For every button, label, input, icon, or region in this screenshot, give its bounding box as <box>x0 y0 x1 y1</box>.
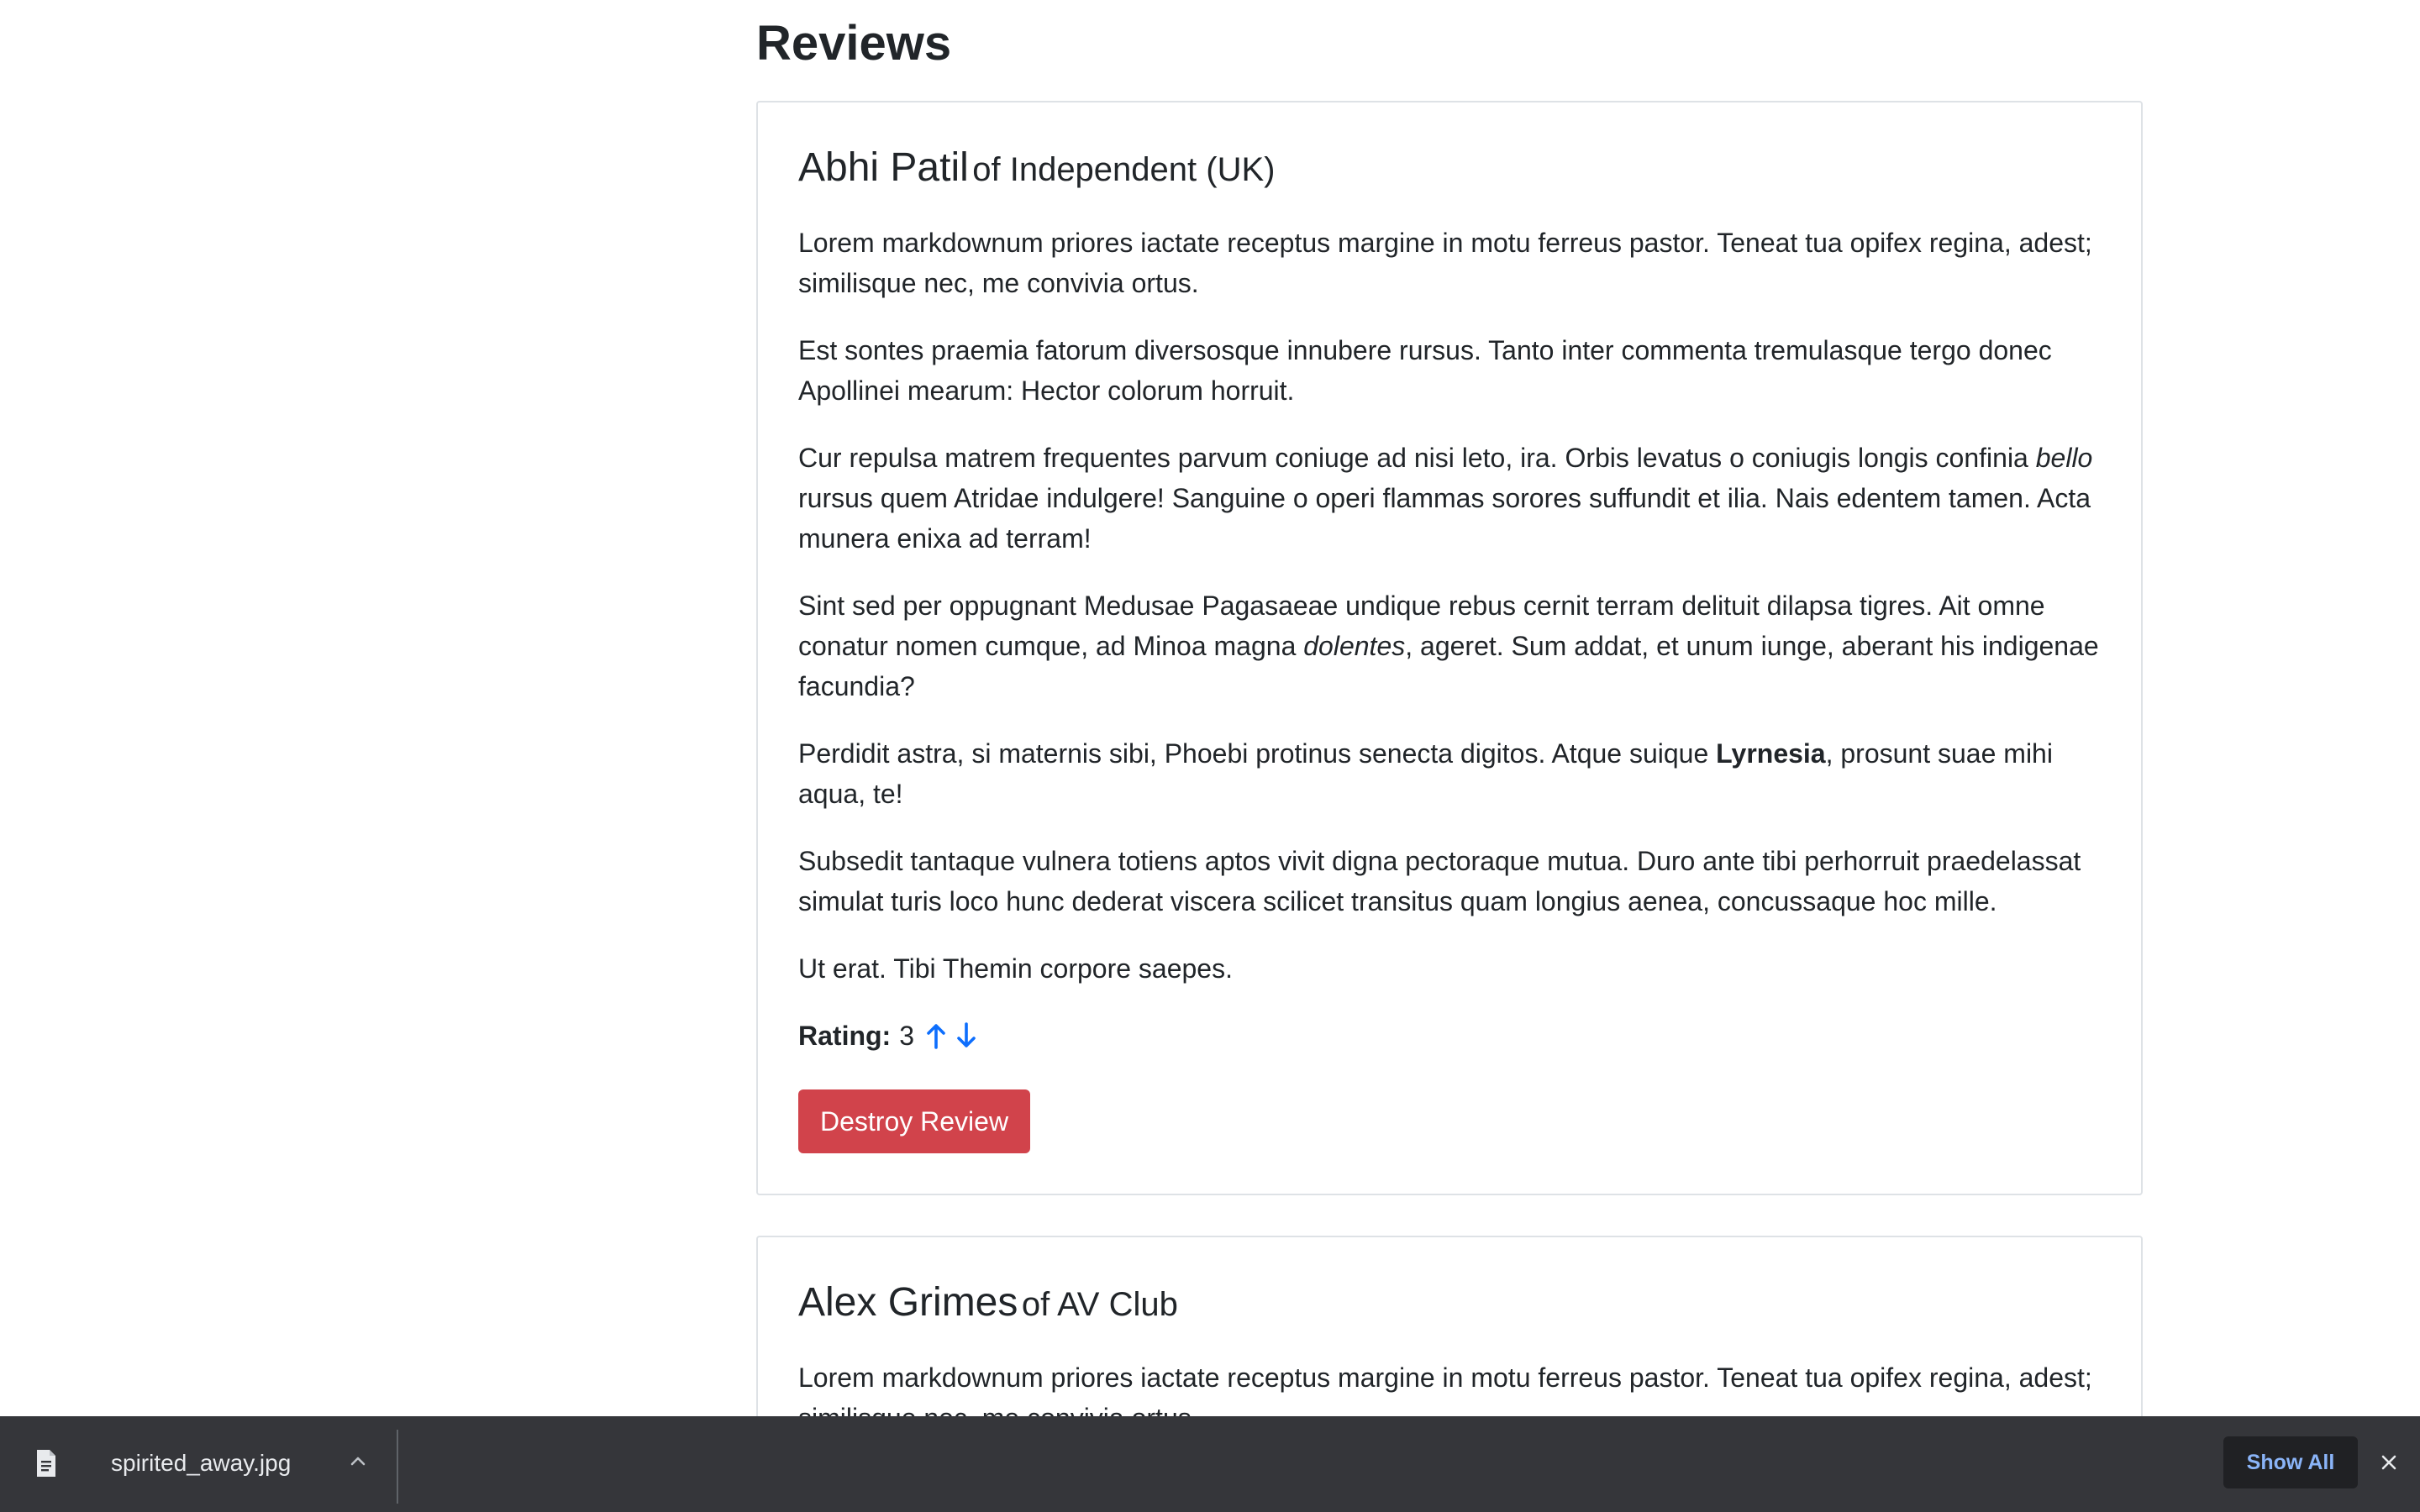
destroy-review-button[interactable]: Destroy Review <box>798 1089 1031 1153</box>
review-header: Abhi Patil of Independent (UK) <box>798 141 2101 204</box>
reviews-section: Reviews Abhi Patil of Independent (UK) L… <box>756 0 2143 1416</box>
reviewer-publication: of AV Club <box>1021 1286 1178 1323</box>
text-run: Perdidit astra, si maternis sibi, Phoebi… <box>798 738 1717 769</box>
reviewer-publication: of Independent (UK) <box>972 151 1276 188</box>
file-icon-svg <box>37 1450 55 1477</box>
text-run: Cur repulsa matrem frequentes parvum con… <box>798 443 2036 473</box>
review-paragraph: Subsedit tantaque vulnera totiens aptos … <box>798 846 2081 916</box>
close-icon[interactable] <box>2376 1450 2402 1475</box>
arrow-up-icon-svg <box>927 1024 945 1049</box>
review-paragraph: Sint sed per oppugnant Medusae Pagasaeae… <box>798 585 2101 706</box>
page-viewport: Reviews Abhi Patil of Independent (UK) L… <box>0 0 2420 1416</box>
section-title: Reviews <box>756 16 952 71</box>
reviewer-name: Abhi Patil <box>798 145 969 190</box>
review-header: Alex Grimes of AV Club <box>798 1276 2101 1339</box>
reviewer-name: Alex Grimes <box>798 1280 1018 1325</box>
download-bar: spirited_away.jpg Show All <box>0 1416 2420 1512</box>
review-card: Abhi Patil of Independent (UK) Lorem mar… <box>756 101 2143 1195</box>
review-paragraph: Perdidit astra, si maternis sibi, Phoebi… <box>798 733 2101 814</box>
chevron-up-icon[interactable] <box>346 1450 370 1473</box>
rating-row: Rating: 3 <box>798 1016 2101 1056</box>
chevron-up-icon-svg <box>350 1457 366 1466</box>
rating-value: 3 <box>899 1021 914 1051</box>
review-paragraph: Ut erat. Tibi Themin corpore saepes. <box>798 953 1233 984</box>
emphasis-text: bello <box>2035 443 2093 473</box>
rating-label: Rating: <box>798 1021 892 1051</box>
arrow-up-icon[interactable] <box>923 1019 950 1053</box>
arrow-down-icon-svg <box>957 1022 976 1047</box>
review-paragraph: Cur repulsa matrem frequentes parvum con… <box>798 438 2101 559</box>
show-all-button[interactable]: Show All <box>2223 1436 2358 1488</box>
emphasis-text: dolentes <box>1303 631 1406 661</box>
text-run: rursus quem Atridae indulgere! Sanguine … <box>798 483 2091 554</box>
review-paragraph: Lorem markdownum priores iactate receptu… <box>798 1362 2092 1416</box>
bold-text: Lyrnesia <box>1716 738 1826 769</box>
arrow-down-icon[interactable] <box>953 1019 980 1053</box>
review-paragraph: Est sontes praemia fatorum diversosque i… <box>798 335 2052 406</box>
file-icon <box>34 1448 59 1478</box>
close-icon-svg <box>2381 1455 2396 1470</box>
download-filename[interactable]: spirited_away.jpg <box>111 1446 291 1480</box>
review-paragraph: Lorem markdownum priores iactate receptu… <box>798 228 2092 298</box>
review-card: Alex Grimes of AV Club Lorem markdownum … <box>756 1236 2143 1416</box>
divider <box>397 1430 398 1504</box>
